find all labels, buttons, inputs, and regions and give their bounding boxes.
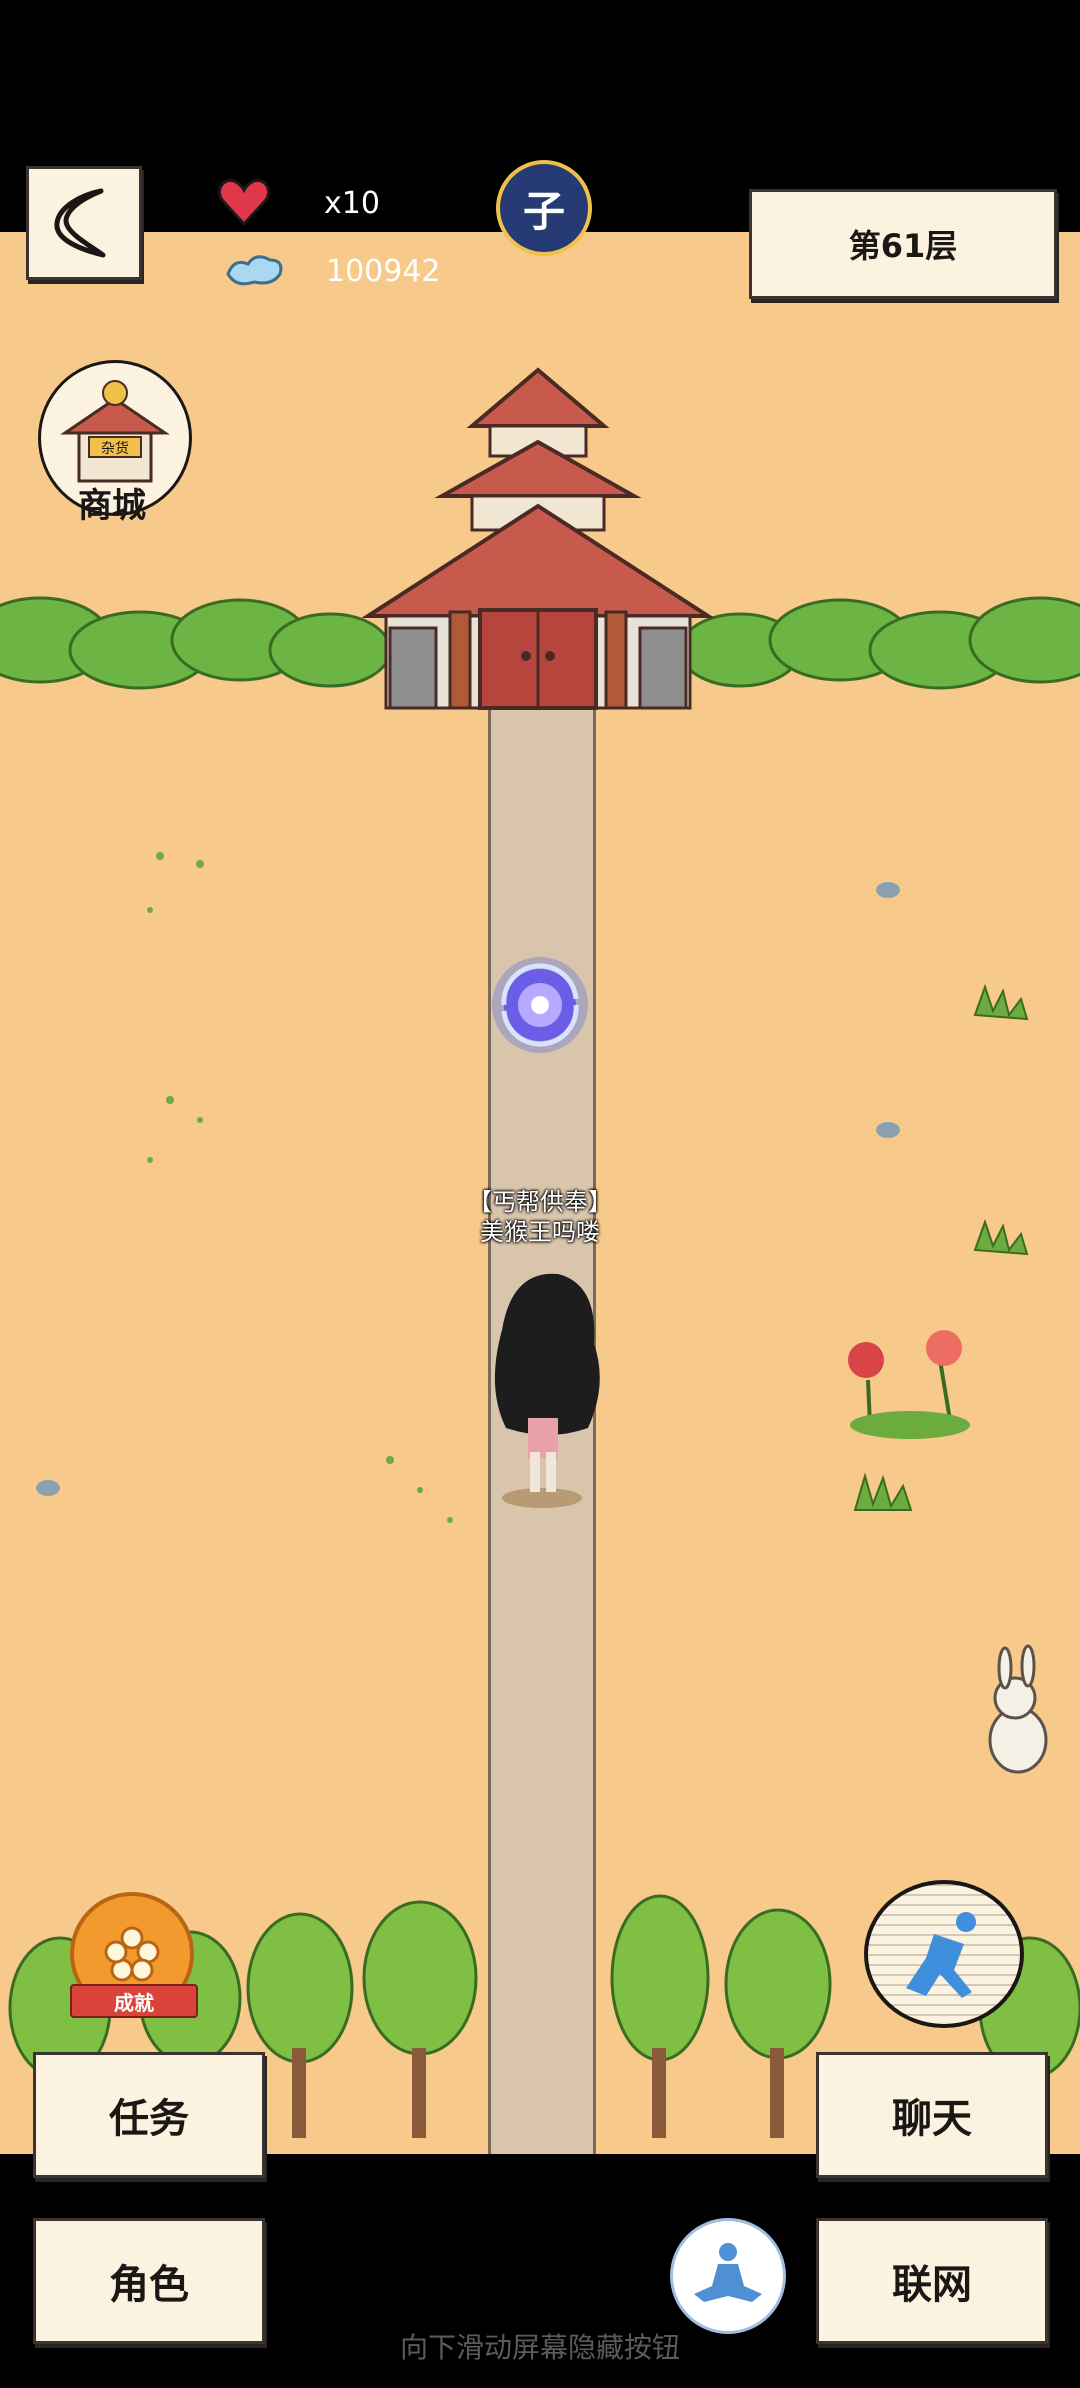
hide-buttons-hint: 向下滑动屏幕隐藏按钮 <box>399 2331 680 2364</box>
back-button[interactable] <box>26 166 142 280</box>
shop-label: 商城 <box>78 486 146 526</box>
cloud-icon <box>226 255 283 286</box>
currency-amount: 100942 <box>326 254 441 289</box>
game-screen[interactable]: 【丐帮供奉】 美猴王吗喽 x10 100942 子 第61层 杂货 商城 成就 … <box>0 0 1080 2388</box>
lives-count: x10 <box>324 186 380 221</box>
meditate-icon <box>694 2243 762 2302</box>
task-button[interactable]: 任务 <box>33 2052 265 2178</box>
temple[interactable] <box>362 356 714 712</box>
time-badge-label: 子 <box>522 186 565 236</box>
floor-indicator: 第61层 <box>749 189 1057 299</box>
chat-button[interactable]: 聊天 <box>816 2052 1048 2178</box>
time-badge[interactable]: 子 <box>496 160 592 256</box>
heart-icon <box>217 179 271 227</box>
swirl-portal-icon[interactable] <box>486 950 594 1060</box>
rabbit <box>988 1644 1048 1774</box>
character-name: 美猴王吗喽 <box>480 1218 600 1246</box>
auto-run-button[interactable] <box>864 1880 1024 2028</box>
achievement-label: 成就 <box>70 1984 198 2018</box>
flower-icon <box>104 1926 160 1982</box>
player-character[interactable] <box>480 1270 604 1510</box>
shop-sign: 杂货 <box>101 440 129 457</box>
achievement-button[interactable]: 成就 <box>70 1892 198 2018</box>
run-icon <box>906 1912 976 1998</box>
back-arrow-icon <box>54 188 106 258</box>
meditate-button[interactable] <box>670 2218 786 2334</box>
